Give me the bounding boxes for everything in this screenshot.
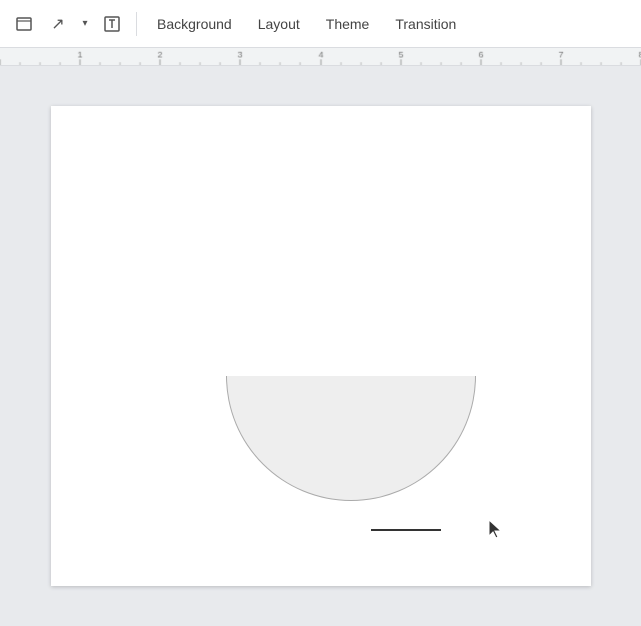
canvas-area [0, 66, 641, 626]
toolbar: ↗ ▾ Background Layout Theme Transition [0, 0, 641, 48]
arrow-dropdown-button[interactable]: ▾ [76, 8, 94, 40]
ruler [0, 48, 641, 66]
layout-button[interactable]: Layout [246, 8, 312, 40]
background-button[interactable]: Background [145, 8, 244, 40]
semicircle-shape[interactable] [226, 376, 476, 501]
theme-button[interactable]: Theme [314, 8, 382, 40]
cursor-indicator [487, 518, 503, 542]
insert-textbox-button[interactable] [96, 8, 128, 40]
bottom-line-decoration [371, 529, 441, 531]
arrow-tool-button[interactable]: ↗ [42, 8, 74, 40]
toolbar-divider [136, 12, 137, 36]
transition-button[interactable]: Transition [383, 8, 468, 40]
ruler-canvas [0, 48, 641, 65]
slides-home-button[interactable] [8, 8, 40, 40]
slide[interactable] [51, 106, 591, 586]
semicircle [226, 376, 476, 501]
